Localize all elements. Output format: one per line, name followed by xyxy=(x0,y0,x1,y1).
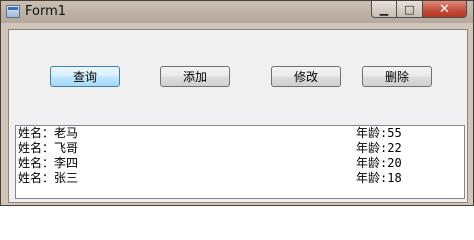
list-item-age: 年龄:18 xyxy=(356,171,402,185)
list-item-age: 年龄:22 xyxy=(356,141,402,155)
add-button[interactable]: 添加 xyxy=(160,66,230,87)
list-item-age: 年龄:55 xyxy=(356,126,402,140)
list-item[interactable]: 姓名：李四 年龄:20 xyxy=(16,156,464,171)
edit-button[interactable]: 修改 xyxy=(271,66,341,87)
close-button[interactable]: ✕ xyxy=(423,1,467,18)
list-item-age: 年龄:20 xyxy=(356,156,402,170)
list-item-name: 姓名：老马 xyxy=(18,126,79,140)
list-item[interactable]: 姓名：飞哥 年龄:22 xyxy=(16,141,464,156)
minimize-icon: ▁ xyxy=(379,2,389,16)
form-client-area: 查询 添加 修改 删除 姓名：老马 年龄:55 姓名：飞哥 年龄:22 姓名：李… xyxy=(8,29,468,203)
close-icon: ✕ xyxy=(439,1,450,17)
list-item-name: 姓名：张三 xyxy=(18,171,79,185)
list-item[interactable]: 姓名：老马 年龄:55 xyxy=(16,126,464,141)
list-item-name: 姓名：飞哥 xyxy=(18,141,79,155)
title-bar[interactable]: Form1 ▁ □ ✕ xyxy=(1,1,473,23)
main-window: Form1 ▁ □ ✕ 查询 添加 修改 删除 姓名：老马 年龄:55 姓名：飞… xyxy=(0,0,474,206)
maximize-icon: □ xyxy=(404,2,415,16)
caption-buttons: ▁ □ ✕ xyxy=(371,1,467,19)
query-button[interactable]: 查询 xyxy=(50,66,120,87)
maximize-button[interactable]: □ xyxy=(397,1,423,18)
app-window-icon[interactable] xyxy=(6,5,20,18)
list-item[interactable]: 姓名：张三 年龄:18 xyxy=(16,171,464,186)
delete-button[interactable]: 删除 xyxy=(362,66,432,87)
person-listbox[interactable]: 姓名：老马 年龄:55 姓名：飞哥 年龄:22 姓名：李四 年龄:20 姓名：张… xyxy=(15,125,465,199)
minimize-button[interactable]: ▁ xyxy=(371,1,397,18)
list-item-name: 姓名：李四 xyxy=(18,156,79,170)
window-title: Form1 xyxy=(25,4,67,19)
